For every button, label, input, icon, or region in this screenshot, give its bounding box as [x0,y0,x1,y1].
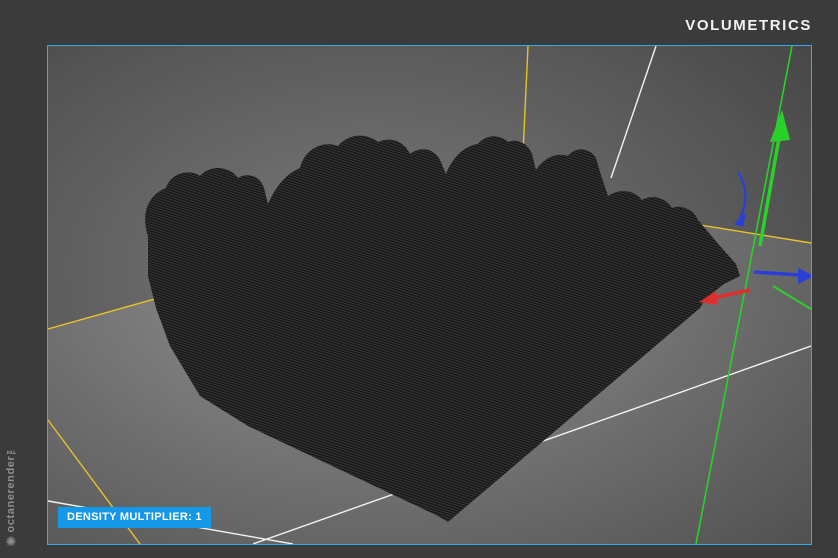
3d-viewport[interactable]: DENSITY MULTIPLIER: 1 [47,45,812,545]
brand-watermark: octanerender™ ✺ [5,443,17,549]
octane-logo-icon: ✺ [5,534,17,549]
brand-tm: ™ [5,442,17,456]
page-title: VOLUMETRICS [685,17,812,34]
density-multiplier-badge: DENSITY MULTIPLIER: 1 [58,507,211,528]
viewport-canvas [48,46,811,544]
brand-name-text: octanerender [5,455,17,532]
brand-name: octanerender™ [5,443,17,533]
app-window: VOLUMETRICS octanerender™ ✺ DENSITY MULT… [0,0,838,558]
